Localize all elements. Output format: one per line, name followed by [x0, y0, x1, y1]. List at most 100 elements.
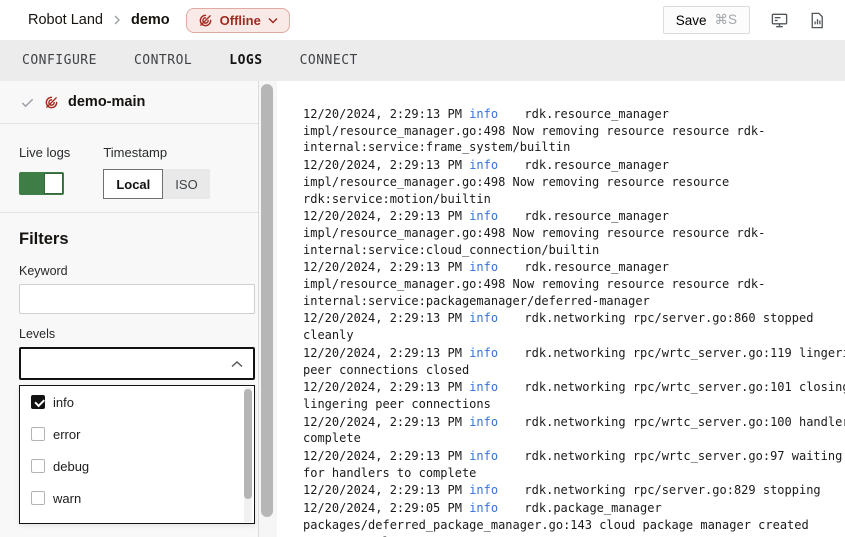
- tab-label: LOGS: [229, 53, 262, 68]
- timestamp-option[interactable]: Local: [103, 169, 163, 199]
- tab[interactable]: CONTROL: [134, 53, 192, 68]
- log-timestamp: 12/20/2024, 2:29:13 PM: [303, 415, 462, 429]
- machine-part-name: demo-main: [68, 94, 145, 110]
- log-level: info: [469, 157, 517, 174]
- level-option-label: error: [53, 427, 80, 442]
- machine-part-row[interactable]: demo-main: [0, 81, 258, 124]
- dropdown-scrollbar-thumb[interactable]: [244, 389, 252, 499]
- tab[interactable]: CONNECT: [300, 53, 358, 68]
- log-message: packages/deferred_package_manager.go:143…: [303, 518, 809, 537]
- save-button[interactable]: Save ⌘S: [663, 6, 750, 34]
- timestamp-option[interactable]: ISO: [163, 169, 209, 199]
- log-entry: 12/20/2024, 2:29:13 PM info rdk.networki…: [303, 310, 845, 343]
- levels-option-list: info error debug: [20, 386, 254, 514]
- log-level: info: [469, 482, 517, 499]
- log-entry: 12/20/2024, 2:29:13 PM info rdk.resource…: [303, 106, 845, 156]
- live-logs-control: Live logs: [19, 145, 70, 199]
- log-entry: 12/20/2024, 2:29:05 PM info rdk.package_…: [303, 500, 845, 537]
- log-timestamp: 12/20/2024, 2:29:13 PM: [303, 449, 462, 463]
- log-timestamp: 12/20/2024, 2:29:13 PM: [303, 380, 462, 394]
- log-logger-name: rdk.networking: [524, 449, 625, 463]
- keyword-input[interactable]: [19, 284, 255, 314]
- tab-bar: CONFIGURE CONTROL LOGS CONNECT: [0, 40, 845, 81]
- tab-label: CONFIGURE: [22, 53, 97, 68]
- log-level: info: [469, 208, 517, 225]
- offline-icon: [198, 13, 213, 28]
- log-entry: 12/20/2024, 2:29:13 PM info rdk.networki…: [303, 482, 845, 499]
- levels-select[interactable]: [19, 347, 255, 380]
- log-entry: 12/20/2024, 2:29:13 PM info rdk.resource…: [303, 259, 845, 309]
- check-icon: [20, 95, 35, 110]
- log-logger-name: rdk.networking: [524, 346, 625, 360]
- save-shortcut: ⌘S: [714, 12, 737, 28]
- log-logger-name: rdk.resource_manager: [524, 158, 669, 172]
- log-logger-name: rdk.resource_manager: [524, 260, 669, 274]
- checkbox[interactable]: [31, 427, 45, 441]
- log-logger-name: rdk.resource_manager: [524, 209, 669, 223]
- breadcrumb: Robot Land demo: [28, 12, 170, 28]
- log-level: info: [469, 345, 517, 362]
- log-entry: 12/20/2024, 2:29:13 PM info rdk.networki…: [303, 448, 845, 481]
- chevron-down-icon: [268, 17, 278, 24]
- timestamp-option-label: Local: [116, 177, 150, 192]
- checkbox[interactable]: [31, 395, 45, 409]
- level-option-label: info: [53, 395, 74, 410]
- machine-monitor-icon[interactable]: [770, 11, 789, 30]
- log-message: impl/resource_manager.go:498 Now removin…: [303, 277, 765, 308]
- tab[interactable]: CONFIGURE: [22, 53, 97, 68]
- level-option-label: warn: [53, 491, 81, 506]
- log-logger-name: rdk.networking: [524, 483, 625, 497]
- offline-mini-icon: [44, 95, 59, 110]
- log-message: impl/resource_manager.go:498 Now removin…: [303, 226, 765, 257]
- tab[interactable]: LOGS: [229, 53, 262, 68]
- filters-title: Filters: [19, 230, 255, 249]
- keyword-label: Keyword: [19, 264, 255, 278]
- logs-sidebar: demo-main Live logs Timestamp Local: [0, 81, 259, 537]
- log-entry: 12/20/2024, 2:29:13 PM info rdk.networki…: [303, 379, 845, 412]
- log-logger-name: rdk.networking: [524, 415, 625, 429]
- level-option[interactable]: warn: [20, 482, 254, 514]
- chevron-up-icon: [231, 361, 243, 368]
- file-report-icon[interactable]: [809, 11, 825, 30]
- timestamp-label: Timestamp: [103, 145, 209, 160]
- filters-section: Filters Keyword Levels info: [0, 213, 258, 524]
- tab-label: CONTROL: [134, 53, 192, 68]
- tab-label: CONNECT: [300, 53, 358, 68]
- log-level: info: [469, 106, 517, 123]
- status-badge-offline[interactable]: Offline: [186, 8, 290, 33]
- level-option[interactable]: info: [20, 386, 254, 418]
- log-scrollbar-track: [259, 81, 277, 537]
- log-level: info: [469, 448, 517, 465]
- breadcrumb-parent[interactable]: Robot Land: [28, 12, 103, 28]
- log-scrollbar-thumb[interactable]: [261, 84, 273, 517]
- checkbox[interactable]: [31, 459, 45, 473]
- level-option[interactable]: debug: [20, 450, 254, 482]
- timestamp-control: Timestamp Local ISO: [103, 145, 209, 199]
- log-panel: 12/20/2024, 2:29:13 PM info rdk.resource…: [277, 81, 845, 537]
- log-logger-name: rdk.networking: [524, 380, 625, 394]
- top-bar: Robot Land demo Offline Save ⌘S: [0, 0, 845, 40]
- log-timestamp: 12/20/2024, 2:29:13 PM: [303, 346, 462, 360]
- timestamp-segmented: Local ISO: [103, 169, 209, 199]
- log-entry: 12/20/2024, 2:29:13 PM info rdk.networki…: [303, 414, 845, 447]
- log-timestamp: 12/20/2024, 2:29:13 PM: [303, 158, 462, 172]
- log-message: rpc/server.go:829 stopping: [633, 483, 821, 497]
- level-option[interactable]: error: [20, 418, 254, 450]
- levels-dropdown: info error debug: [19, 385, 255, 524]
- levels-label: Levels: [19, 327, 255, 341]
- log-timestamp: 12/20/2024, 2:29:13 PM: [303, 260, 462, 274]
- log-level: info: [469, 310, 517, 327]
- level-option-label: debug: [53, 459, 89, 474]
- log-message: impl/resource_manager.go:498 Now removin…: [303, 124, 765, 155]
- log-controls: Live logs Timestamp Local ISO: [0, 124, 258, 213]
- log-logger-name: rdk.package_manager: [524, 501, 661, 515]
- log-message: impl/resource_manager.go:498 Now removin…: [303, 175, 729, 206]
- live-logs-toggle[interactable]: [19, 172, 64, 195]
- checkbox[interactable]: [31, 491, 45, 505]
- log-timestamp: 12/20/2024, 2:29:13 PM: [303, 311, 462, 325]
- log-logger-name: rdk.networking: [524, 311, 625, 325]
- log-timestamp: 12/20/2024, 2:29:13 PM: [303, 107, 462, 121]
- breadcrumb-current: demo: [131, 12, 170, 28]
- log-timestamp: 12/20/2024, 2:29:05 PM: [303, 501, 462, 515]
- save-label: Save: [676, 13, 707, 28]
